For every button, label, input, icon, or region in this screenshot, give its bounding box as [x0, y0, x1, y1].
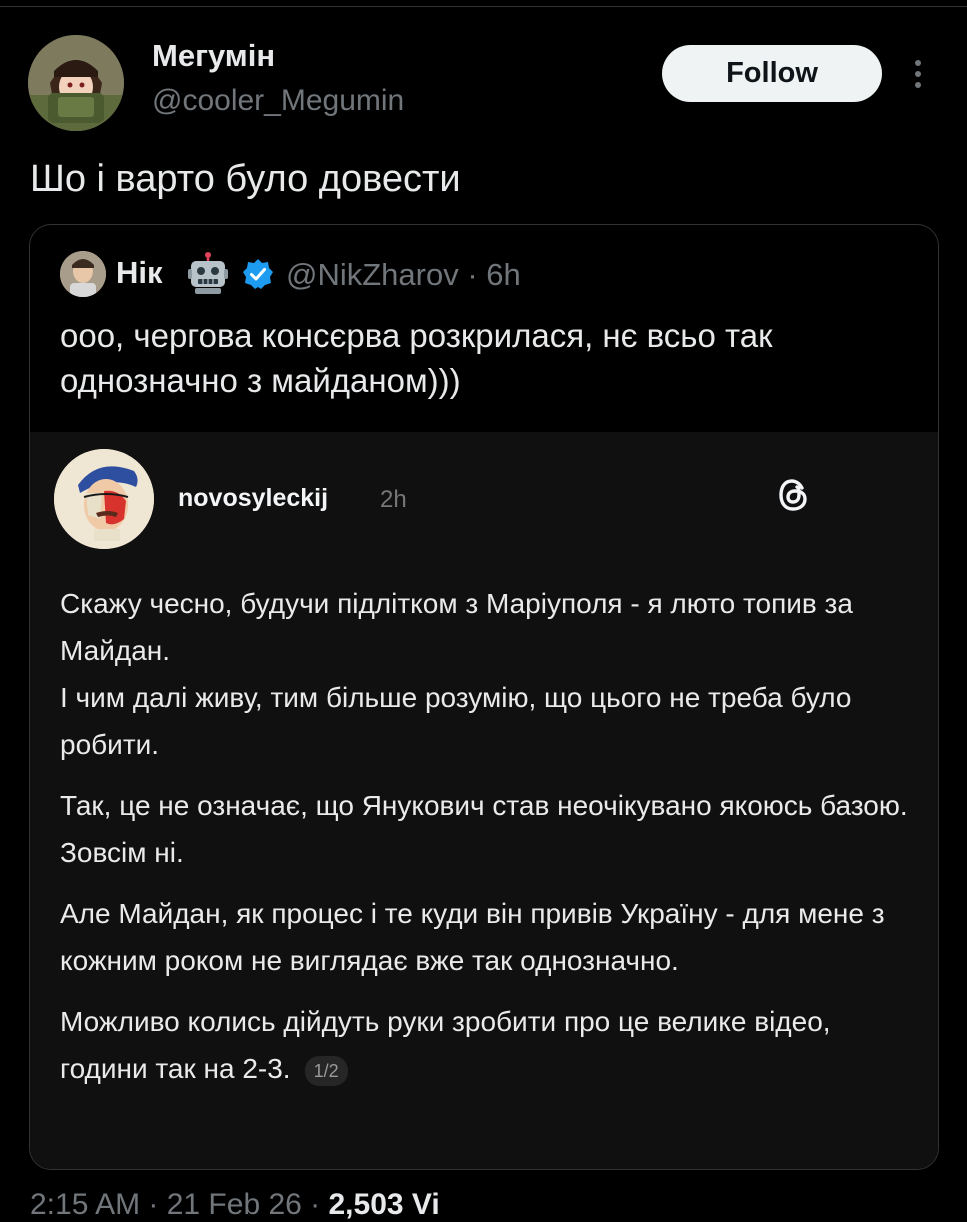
robot-emoji-icon — [188, 252, 228, 294]
follow-button[interactable]: Follow — [662, 45, 882, 102]
tweet-meta: 2:15 AM · 21 Feb 26 · 2,503 Vi — [30, 1188, 440, 1222]
threads-avatar-image — [54, 449, 154, 549]
quote-text: ооо, чергова консєрва розкрилася, нє всь… — [60, 317, 773, 399]
quote-avatar-image — [60, 251, 106, 297]
threads-user-avatar — [54, 449, 154, 549]
avatar-image — [28, 35, 124, 131]
quote-author-handle[interactable]: @NikZharov · 6h — [286, 257, 521, 293]
threads-logo-icon — [779, 479, 807, 511]
top-divider — [0, 6, 967, 7]
quote-author-name[interactable]: Нік — [116, 255, 163, 291]
verified-badge-icon — [243, 259, 273, 289]
view-count: 2,503 Vi — [328, 1188, 440, 1221]
author-name[interactable]: Мегумін — [152, 38, 275, 74]
threads-paragraph: Скажу чесно, будучи підлітком з Маріупол… — [60, 588, 853, 666]
threads-paragraph: Але Майдан, як процес і те куди він прив… — [60, 898, 885, 976]
threads-username: novosyleckij — [178, 484, 329, 512]
tweet-text: Шо і варто було довести — [30, 158, 461, 200]
more-options-icon[interactable] — [908, 58, 928, 90]
threads-paragraph: І чим далі живу, тим більше розумію, що … — [60, 682, 852, 760]
author-handle[interactable]: @cooler_Megumin — [152, 84, 404, 118]
author-avatar[interactable] — [28, 35, 124, 131]
threads-post-body: Скажу чесно, будучи підлітком з Маріупол… — [60, 580, 910, 1106]
threads-post-time: 2h — [380, 486, 407, 513]
threads-paragraph-last: Можливо колись дійдуть руки зробити про … — [60, 998, 910, 1092]
quote-author-avatar[interactable] — [60, 251, 106, 297]
attached-threads-screenshot[interactable]: novosyleckij 2h Скажу чесно, будучи підл… — [30, 432, 938, 1169]
image-pager-badge: 1/2 — [304, 1055, 348, 1086]
threads-paragraph: Так, це не означає, що Янукович став нео… — [60, 790, 908, 868]
threads-paragraph: Можливо колись дійдуть руки зробити про … — [60, 1006, 831, 1084]
tweet-timestamp[interactable]: 2:15 AM · 21 Feb 26 · — [30, 1188, 320, 1221]
quoted-tweet-card[interactable]: Нік @NikZharov · 6h ооо, чергова консєрв… — [29, 224, 939, 1170]
